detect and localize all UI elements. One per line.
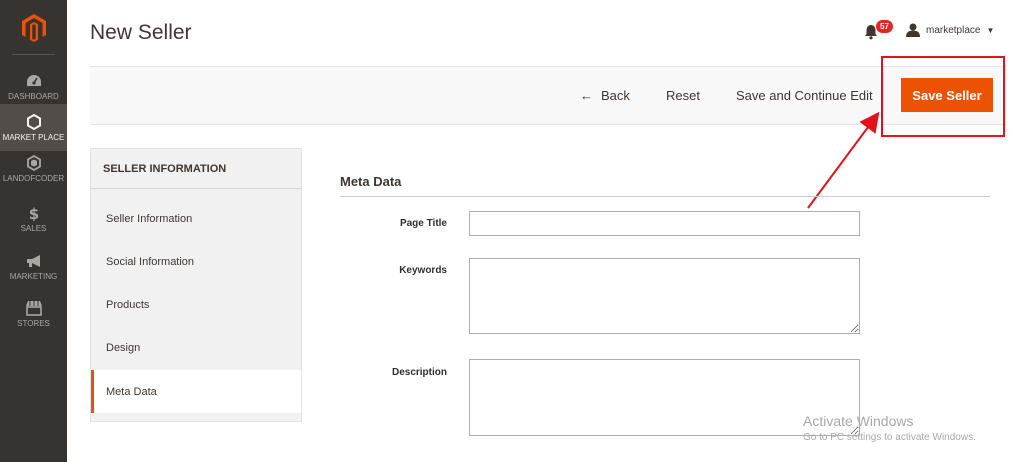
tab-social-information[interactable]: Social Information — [91, 240, 301, 283]
arrow-left-icon: ← — [580, 88, 593, 103]
back-button-label: Back — [601, 88, 630, 103]
section-divider — [340, 196, 990, 197]
tab-seller-information[interactable]: Seller Information — [91, 197, 301, 240]
sidebar-item-sales[interactable]: $ SALES — [0, 195, 67, 242]
notification-count-badge: 57 — [876, 20, 893, 33]
sidebar-item-marketing[interactable]: MARKETING — [0, 243, 67, 290]
dashboard-gauge-icon — [26, 73, 42, 89]
page-title-label: Page Title — [399, 218, 447, 229]
page-title: New Seller — [90, 21, 192, 44]
back-button[interactable]: ← Back — [580, 88, 630, 103]
tab-products[interactable]: Products — [91, 283, 301, 326]
save-and-continue-button[interactable]: Save and Continue Edit — [736, 88, 873, 103]
sidebar-item-stores[interactable]: STORES — [0, 290, 67, 337]
logo-divider — [12, 54, 55, 55]
magento-logo-icon — [21, 13, 46, 42]
save-seller-button[interactable]: Save Seller — [901, 78, 993, 112]
sidebar-item-label: SALES — [20, 223, 47, 233]
keywords-textarea[interactable] — [469, 258, 860, 334]
megaphone-icon — [25, 253, 43, 269]
sidebar-item-label: MARKET PLACE — [2, 132, 65, 142]
sidebar-item-market-place[interactable]: MARKET PLACE — [0, 104, 67, 151]
user-icon — [906, 23, 920, 37]
sidebar-item-landofcoder[interactable]: LANDOFCODER — [0, 145, 67, 192]
sidebar-item-label: STORES — [17, 318, 50, 328]
tabs-title: SELLER INFORMATION — [91, 149, 301, 189]
hexagon-icon — [26, 113, 42, 130]
admin-sidebar: DASHBOARD MARKET PLACE LANDOFCODER $ SAL… — [0, 0, 67, 462]
dollar-icon: $ — [28, 205, 40, 221]
sidebar-item-label: MARKETING — [9, 271, 58, 281]
sidebar-item-label: LANDOFCODER — [2, 173, 65, 183]
tab-design[interactable]: Design — [91, 326, 301, 369]
description-textarea[interactable] — [469, 359, 860, 436]
seller-tabs-panel: SELLER INFORMATION Seller Information So… — [90, 148, 302, 422]
magento-logo[interactable] — [0, 0, 67, 55]
windows-watermark-subtitle: Go to PC settings to activate Windows. — [803, 432, 976, 443]
sidebar-item-label: DASHBOARD — [8, 91, 59, 101]
sidebar-item-dashboard[interactable]: DASHBOARD — [0, 63, 67, 110]
user-menu[interactable]: marketplace ▼ — [906, 23, 994, 37]
windows-watermark-title: Activate Windows — [803, 413, 914, 429]
page-title-input[interactable] — [469, 211, 860, 236]
landofcoder-logo-icon — [26, 154, 42, 171]
store-icon — [25, 300, 43, 316]
keywords-label: Keywords — [399, 265, 447, 276]
description-label: Description — [391, 367, 447, 378]
reset-button[interactable]: Reset — [666, 88, 700, 103]
tab-meta-data[interactable]: Meta Data — [91, 370, 301, 413]
section-title: Meta Data — [340, 174, 402, 189]
svg-text:$: $ — [28, 205, 38, 221]
user-name: marketplace — [926, 24, 981, 36]
caret-down-icon: ▼ — [986, 25, 995, 35]
